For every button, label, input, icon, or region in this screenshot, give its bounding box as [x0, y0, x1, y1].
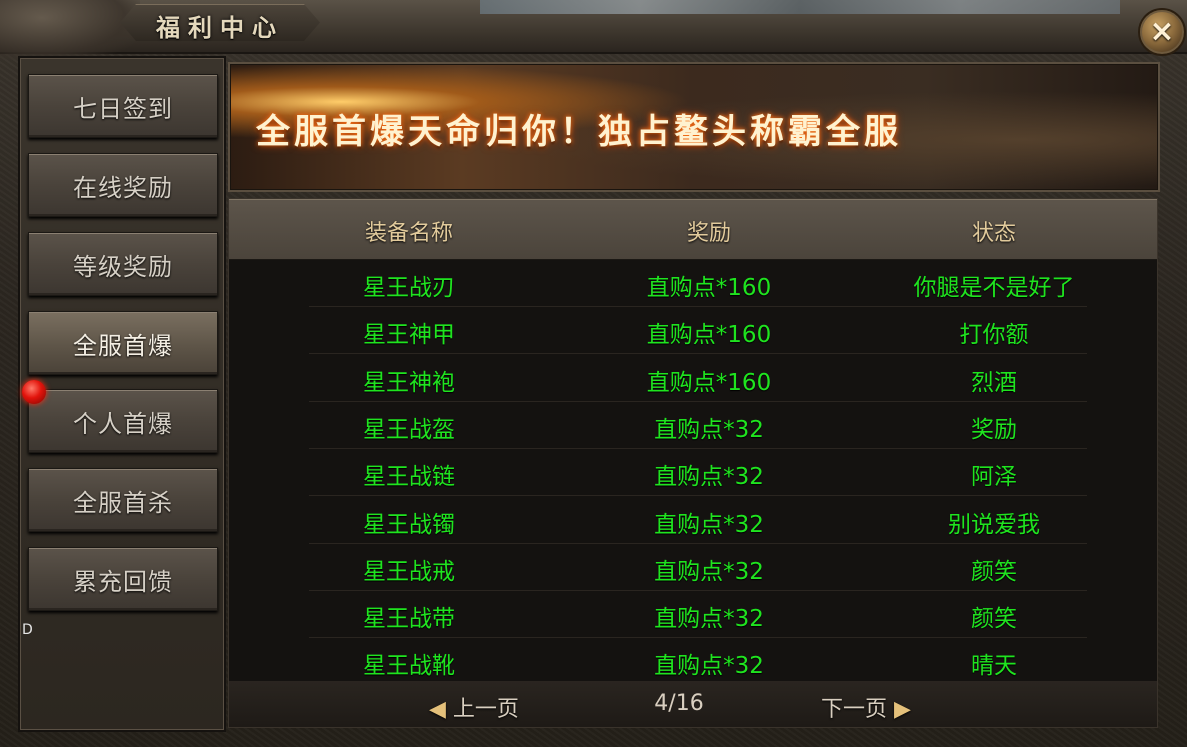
cell-reward: 直购点*32 [654, 416, 764, 443]
cell-reward: 直购点*160 [646, 369, 772, 396]
sidebar-item-recharge-reward[interactable]: 累充回馈 [28, 547, 218, 611]
table-row: 星王战刃 直购点*160 你腿是不是好了 [229, 260, 1157, 307]
cell-status: 颜笑 [971, 558, 1017, 585]
window-title: 福利中心 [156, 13, 284, 42]
cell-reward: 直购点*32 [654, 464, 764, 491]
cell-status: 奖励 [971, 416, 1017, 443]
table-row: 星王战戒 直购点*32 颜笑 [229, 544, 1157, 591]
cell-equipment-name: 星王战带 [363, 606, 455, 633]
cell-reward: 直购点*32 [654, 606, 764, 633]
table-row: 星王战镯 直购点*32 别说爱我 [229, 497, 1157, 544]
table-row: 星王战带 直购点*32 颜笑 [229, 591, 1157, 639]
sidebar-item-level-reward[interactable]: 等级奖励 [28, 232, 218, 296]
title-bar: 福利中心 × [0, 0, 1187, 60]
cell-equipment-name: 星王神袍 [363, 369, 455, 396]
cell-equipment-name: 星王战链 [363, 464, 455, 491]
header-reward: 奖励 [686, 221, 731, 246]
table-row: 星王神袍 直购点*160 烈酒 [229, 355, 1157, 402]
cell-reward: 直购点*32 [654, 511, 764, 538]
cell-status: 烈酒 [971, 369, 1017, 396]
cell-status: 别说爱我 [948, 511, 1040, 538]
title-bar-scenery [480, 0, 1120, 14]
cell-reward: 直购点*160 [646, 275, 772, 301]
close-icon: × [1149, 14, 1175, 49]
cell-reward: 直购点*32 [654, 558, 764, 585]
sidebar-item-server-first-drop[interactable]: 全服首爆 [28, 311, 218, 375]
next-page-button[interactable]: 下一页 ▶ [821, 691, 911, 723]
cell-equipment-name: 星王战刃 [363, 275, 455, 301]
table-row: 星王神甲 直购点*160 打你额 [229, 307, 1157, 355]
table-row: 星王战靴 直购点*32 晴天 [229, 638, 1157, 686]
header-equipment-name: 装备名称 [364, 221, 453, 246]
cell-reward: 直购点*32 [654, 653, 764, 680]
cell-status: 你腿是不是好了 [913, 275, 1075, 301]
table-header: 装备名称 奖励 状态 [229, 199, 1157, 260]
cell-equipment-name: 星王战镯 [363, 511, 455, 538]
header-status: 状态 [971, 221, 1016, 246]
notification-dot [22, 380, 46, 404]
sidebar-item-online-reward[interactable]: 在线奖励 [28, 153, 218, 217]
banner-slogan: 全服首爆天命归你！独占鳌头称霸全服 [256, 112, 902, 152]
cell-status: 阿泽 [971, 464, 1017, 491]
sidebar: 七日签到 在线奖励 等级奖励 全服首爆 个人首爆 全服首杀 累充回馈 [18, 56, 226, 732]
arrow-right-icon: ▶ [894, 697, 911, 722]
cell-reward: 直购点*160 [646, 322, 772, 349]
pagination: ◀ 上一页 4/16 下一页 ▶ [229, 681, 1157, 727]
prev-page-label: 上一页 [452, 697, 519, 722]
sidebar-item-server-first-kill[interactable]: 全服首杀 [28, 468, 218, 532]
stray-text: D [22, 622, 33, 638]
table-row: 星王战链 直购点*32 阿泽 [229, 449, 1157, 497]
next-page-label: 下一页 [821, 697, 888, 722]
cell-equipment-name: 星王战戒 [363, 558, 455, 585]
arrow-left-icon: ◀ [429, 697, 446, 722]
cell-status: 颜笑 [971, 606, 1017, 633]
page-indicator: 4/16 [654, 691, 704, 716]
dragon-ornament [0, 0, 140, 60]
prev-page-button[interactable]: ◀ 上一页 [429, 691, 519, 723]
sidebar-item-seven-day-signin[interactable]: 七日签到 [28, 74, 218, 138]
close-button[interactable]: × [1138, 8, 1186, 56]
sidebar-item-personal-first-drop[interactable]: 个人首爆 [28, 389, 218, 453]
table-row: 星王战盔 直购点*32 奖励 [229, 402, 1157, 449]
cell-status: 晴天 [971, 653, 1017, 680]
cell-equipment-name: 星王战靴 [363, 653, 455, 680]
first-drop-table: 装备名称 奖励 状态 星王战刃 直购点*160 你腿是不是好了 星王神甲 直购点*160… [228, 198, 1158, 728]
cell-equipment-name: 星王神甲 [363, 322, 455, 349]
cell-equipment-name: 星王战盔 [363, 416, 455, 443]
event-banner: 全服首爆天命归你！独占鳌头称霸全服 [228, 62, 1160, 192]
cell-status: 打你额 [959, 322, 1029, 349]
welfare-window: 福利中心 × 七日签到 在线奖励 等级奖励 全服首爆 个人首爆 全服首杀 累充回… [0, 0, 1187, 747]
